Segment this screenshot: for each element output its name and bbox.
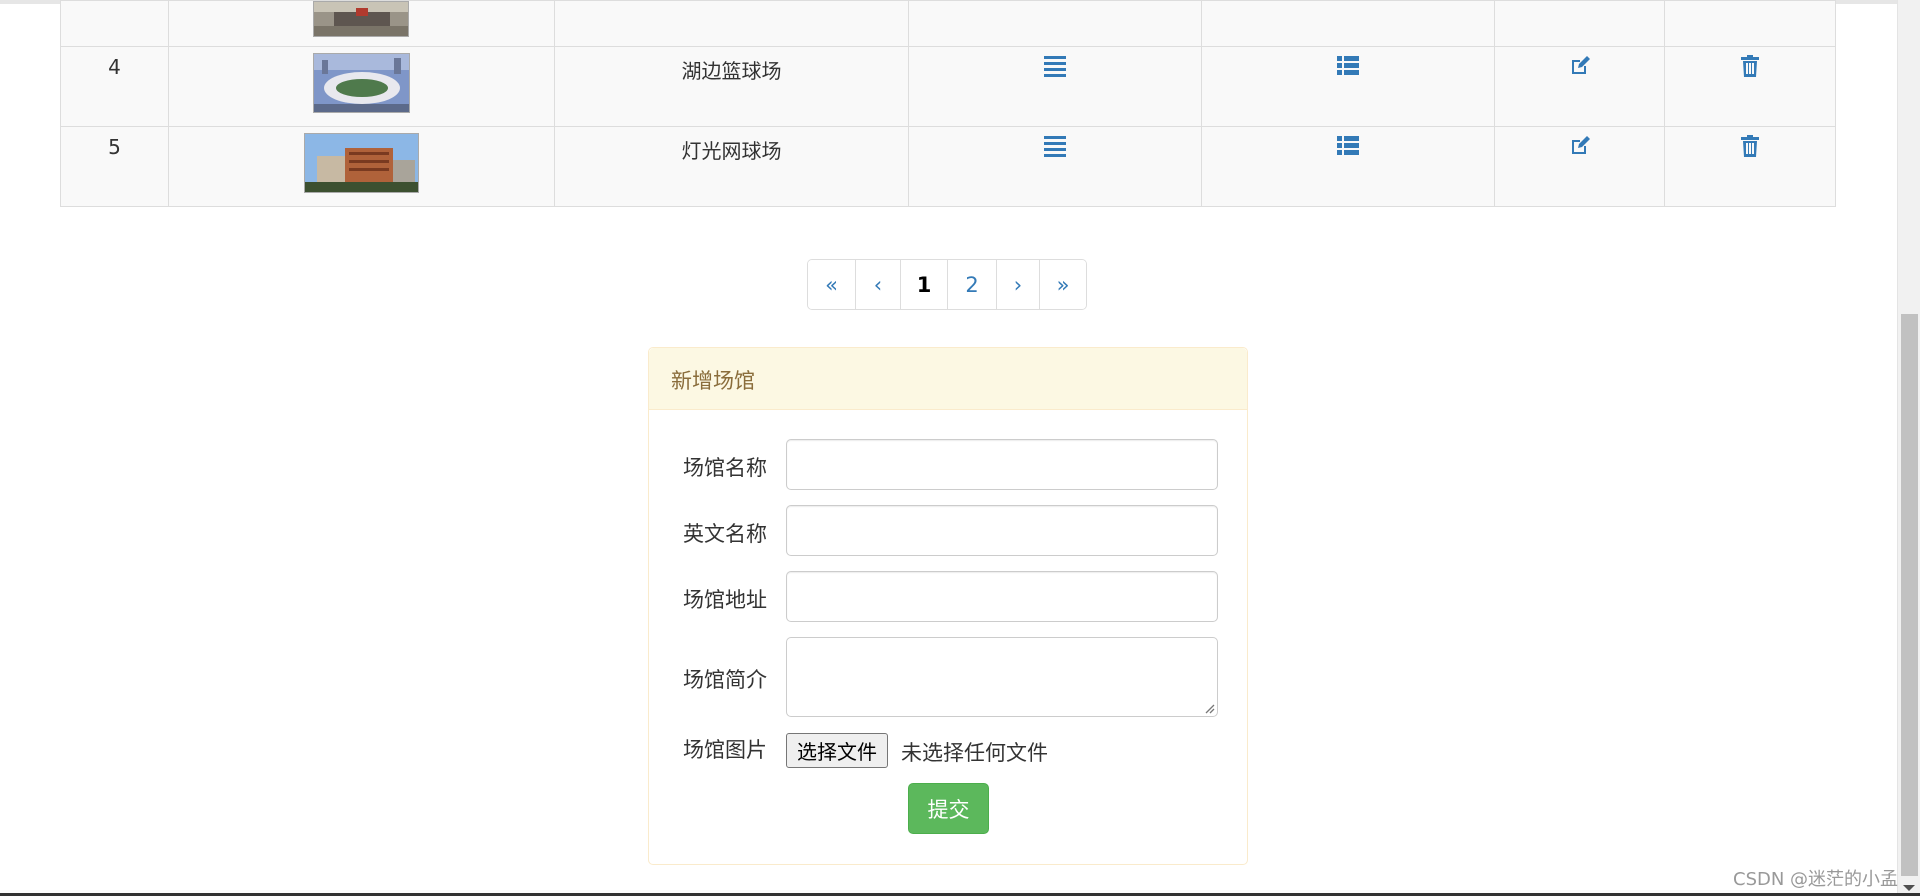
resize-grip-icon[interactable] <box>1203 702 1215 714</box>
venue-intro-textarea[interactable] <box>786 637 1218 717</box>
pagination: « ‹ 1 2 › » <box>807 259 1087 310</box>
scroll-down-arrow-icon[interactable] <box>1903 885 1915 891</box>
pagination-last[interactable]: » <box>1039 260 1086 309</box>
trash-icon[interactable] <box>1740 55 1760 77</box>
row-number: 5 <box>60 126 169 207</box>
table-row: 4 湖边篮球场 <box>60 46 1836 127</box>
vertical-scrollbar[interactable] <box>1897 0 1920 893</box>
row-photo-cell <box>168 46 555 127</box>
align-justify-icon[interactable] <box>1044 135 1066 157</box>
row-number: 4 <box>60 46 169 127</box>
venue-address-label: 场馆地址 <box>683 588 767 612</box>
venue-photo-stadium-entrance <box>313 1 409 37</box>
choose-file-button[interactable]: 选择文件 <box>786 733 888 768</box>
list-icon[interactable] <box>1337 55 1359 77</box>
venue-name-input[interactable] <box>786 439 1218 490</box>
english-name-label: 英文名称 <box>683 522 767 546</box>
row-photo-cell <box>168 0 555 47</box>
submit-button[interactable]: 提交 <box>908 783 989 834</box>
pagination-page-1[interactable]: 1 <box>900 260 947 309</box>
row-name: 湖边篮球场 <box>554 46 909 127</box>
table-row <box>60 0 1836 47</box>
table-row: 5 灯光网球场 <box>60 126 1836 207</box>
venue-photo-building-exterior <box>304 133 419 193</box>
venue-photo-stadium-aerial <box>313 53 410 113</box>
trash-icon[interactable] <box>1740 135 1760 157</box>
venue-table: 4 湖边篮球场 5 灯光网球场 <box>60 0 1836 207</box>
pagination-page-2[interactable]: 2 <box>947 260 996 309</box>
row-name <box>554 0 909 47</box>
venue-name-label: 场馆名称 <box>683 456 767 480</box>
venue-intro-label: 场馆简介 <box>683 668 767 692</box>
row-name: 灯光网球场 <box>554 126 909 207</box>
file-status-text: 未选择任何文件 <box>901 741 1048 765</box>
english-name-input[interactable] <box>786 505 1218 556</box>
venue-address-input[interactable] <box>786 571 1218 622</box>
edit-icon[interactable] <box>1569 55 1591 77</box>
scrollbar-thumb[interactable] <box>1901 314 1918 876</box>
pagination-prev[interactable]: ‹ <box>855 260 900 309</box>
row-number <box>60 0 169 47</box>
watermark: CSDN @迷茫的小孟 <box>1733 869 1899 890</box>
list-icon[interactable] <box>1337 135 1359 157</box>
edit-icon[interactable] <box>1569 135 1591 157</box>
row-photo-cell <box>168 126 555 207</box>
pagination-first[interactable]: « <box>808 260 855 309</box>
pagination-next[interactable]: › <box>996 260 1039 309</box>
panel-title: 新增场馆 <box>649 348 1247 410</box>
add-venue-panel: 新增场馆 场馆名称 英文名称 场馆地址 场馆简介 场馆图片 选择文件 未选择任何… <box>648 347 1248 865</box>
align-justify-icon[interactable] <box>1044 55 1066 77</box>
venue-image-label: 场馆图片 <box>683 738 767 762</box>
page-content: 4 湖边篮球场 5 灯光网球场 « ‹ 1 2 › » 新增场馆 场馆名称 英文… <box>0 0 1897 893</box>
